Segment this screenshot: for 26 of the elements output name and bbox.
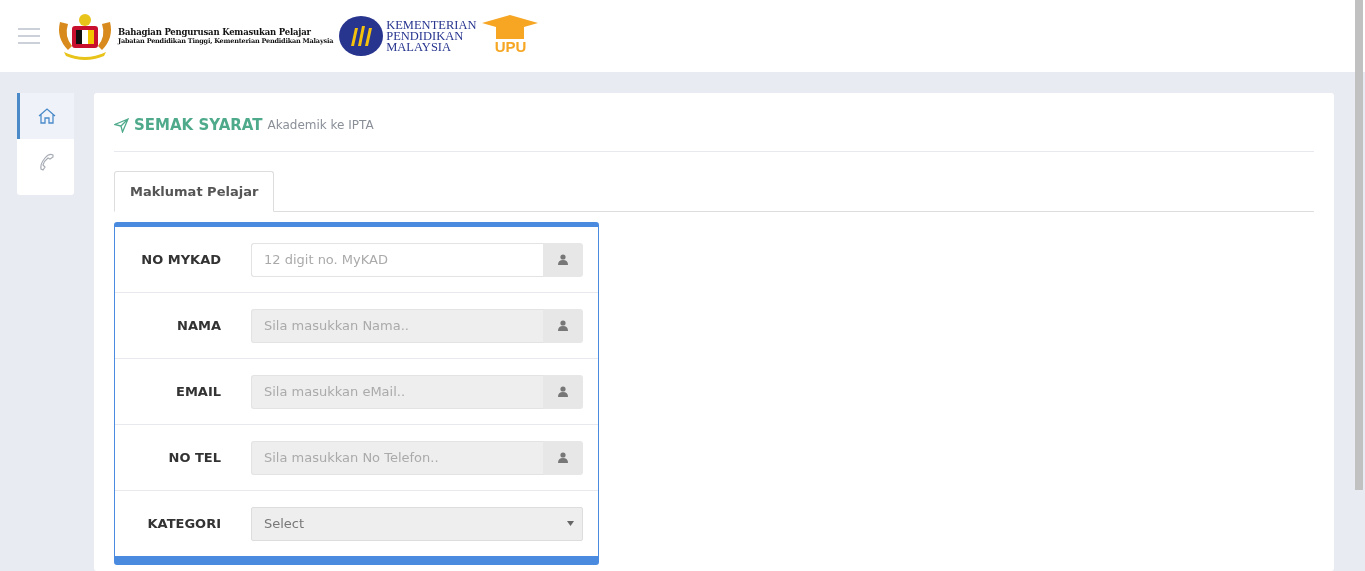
field-label: NO TEL [167, 450, 221, 465]
user-icon [558, 320, 568, 331]
ministry-name-line: PENDIDIKAN [386, 30, 464, 42]
user-icon [558, 386, 568, 397]
menu-icon[interactable] [18, 28, 40, 44]
sidebar-item[interactable] [17, 93, 74, 139]
upu-logo-text: UPU [494, 38, 527, 54]
phone-icon [37, 152, 57, 172]
dropdown-caret-icon [567, 521, 574, 526]
field-label: NO MYKAD [140, 252, 221, 267]
home-icon [37, 106, 57, 126]
text-field[interactable]: 12 digit no. MyKAD [251, 242, 543, 277]
send-icon [114, 117, 129, 133]
scrollbar[interactable] [1355, 0, 1363, 490]
ministry-name-line: KEMENTERIAN [386, 19, 477, 31]
field-label: EMAIL [175, 384, 221, 399]
page-title: SEMAK SYARAT [134, 116, 263, 134]
field-label: NAMA [176, 318, 221, 333]
ministry-logo-icon [339, 16, 384, 56]
tab[interactable]: Maklumat Pelajar [114, 171, 275, 212]
user-icon [558, 254, 568, 265]
ministry-name-line: MALAYSIA [386, 41, 452, 53]
page-subtitle: Akademik ke IPTA [267, 118, 374, 132]
user-icon [558, 452, 568, 463]
agency-title: Bahagian Pengurusan Kemasukan Pelajar [118, 27, 312, 37]
field-label: KATEGORI [146, 516, 221, 531]
